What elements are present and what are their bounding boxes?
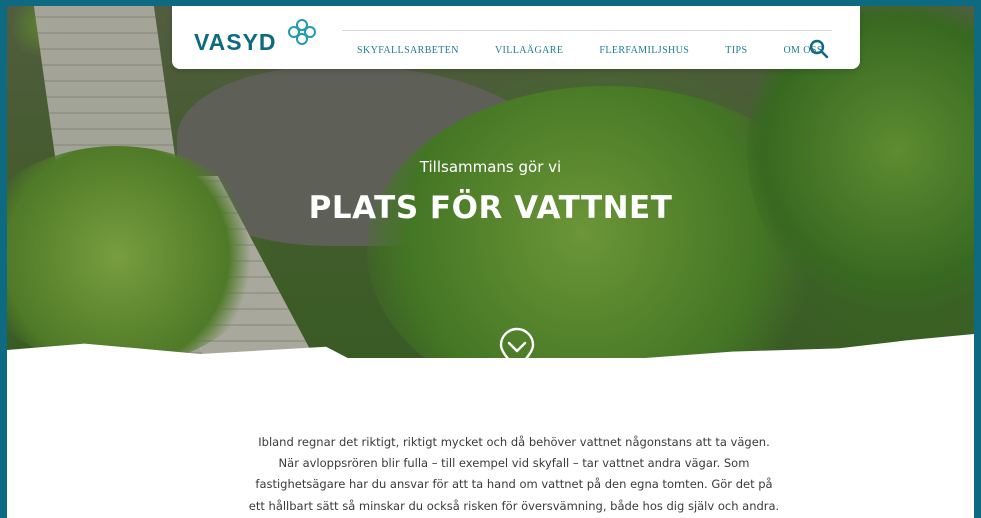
hero-eyebrow: Tillsammans gör vi bbox=[419, 158, 562, 176]
page: Tillsammans gör vi PLATS FÖR VATTNET VAS… bbox=[7, 6, 974, 518]
site-header: VASYD SKYFALLSARBETEN VILLAÄGARE FLERFAM… bbox=[172, 6, 860, 69]
hero-title: PLATS FÖR VATTNET bbox=[308, 190, 673, 226]
vasyd-logo[interactable]: VASYD bbox=[194, 18, 319, 58]
nav-item-tips[interactable]: TIPS bbox=[725, 45, 747, 56]
nav-item-villaagare[interactable]: VILLAÄGARE bbox=[495, 45, 563, 56]
nav-item-skyfallsarbeten[interactable]: SKYFALLSARBETEN bbox=[357, 45, 459, 56]
logo-mark-icon bbox=[288, 19, 316, 45]
main-nav: SKYFALLSARBETEN VILLAÄGARE FLERFAMILJSHU… bbox=[357, 45, 859, 56]
search-icon[interactable] bbox=[809, 39, 829, 59]
nav-divider bbox=[342, 30, 832, 31]
chevron-down-icon[interactable] bbox=[497, 326, 537, 370]
intro-text: Ibland regnar det riktigt, riktigt mycke… bbox=[248, 434, 780, 513]
brush-divider-base bbox=[7, 358, 974, 391]
logo-text: VASYD bbox=[194, 29, 277, 55]
nav-item-flerfamiljshus[interactable]: FLERFAMILJSHUS bbox=[599, 45, 689, 56]
